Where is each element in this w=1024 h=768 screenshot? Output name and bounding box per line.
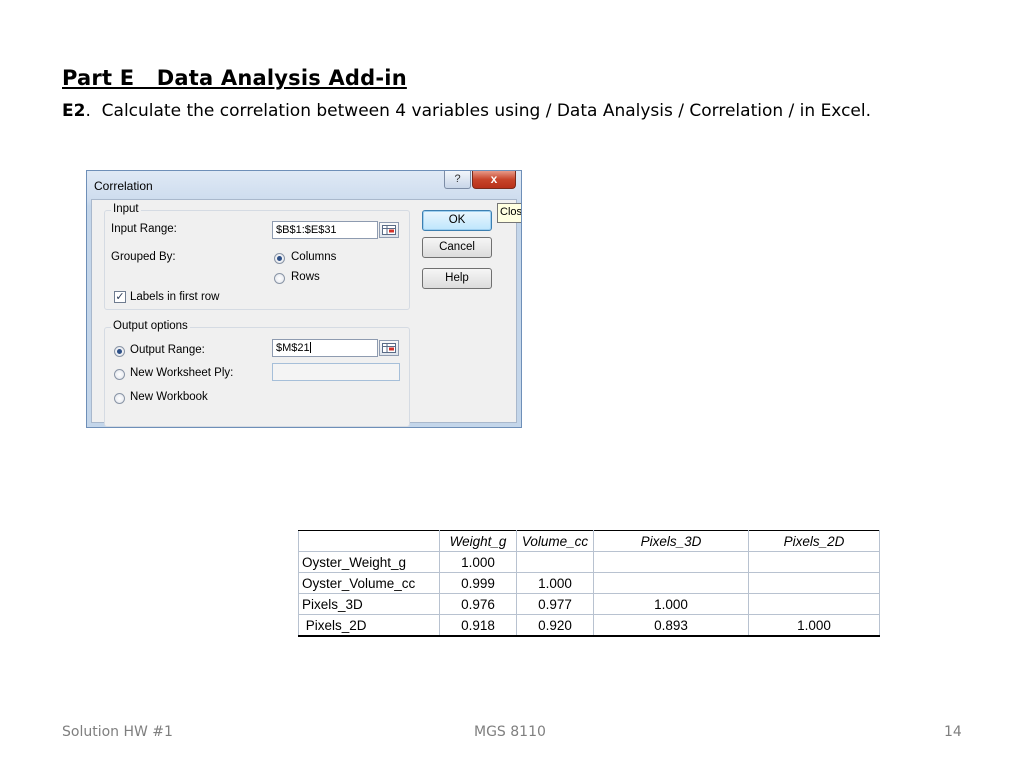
cancel-button[interactable]: Cancel	[422, 237, 492, 258]
columns-radio[interactable]	[274, 253, 285, 264]
table-cell: 1.000	[748, 614, 880, 637]
column-header: Pixels_2D	[748, 530, 880, 552]
table-cell	[516, 551, 594, 573]
footer-center: MGS 8110	[474, 724, 546, 740]
input-group-label: Input	[111, 203, 141, 215]
row-label: Oyster_Weight_g	[298, 551, 440, 573]
titlebar-close-button[interactable]: x	[472, 171, 516, 189]
output-range-radio[interactable]	[114, 346, 125, 357]
table-cell	[593, 572, 749, 594]
footer-left: Solution HW #1	[62, 724, 173, 740]
table-cell: 0.999	[439, 572, 517, 594]
new-workbook-label[interactable]: New Workbook	[130, 391, 208, 403]
subtitle-text: . Calculate the correlation between 4 va…	[85, 101, 872, 121]
output-range-value: $M$21	[276, 342, 310, 354]
table-cell	[593, 551, 749, 573]
table-header-row: Weight_g Volume_cc Pixels_3D Pixels_2D	[298, 530, 880, 552]
output-group: Output options Output Range: $M$21 New W…	[104, 320, 410, 427]
table-row: Oyster_Volume_cc 0.999 1.000	[298, 572, 880, 594]
dialog-title: Correlation	[94, 179, 153, 193]
titlebar-help-button[interactable]: ?	[444, 171, 471, 189]
table-cell	[748, 551, 880, 573]
ok-button[interactable]: OK	[422, 210, 492, 231]
output-group-label: Output options	[111, 320, 190, 332]
new-workbook-radio[interactable]	[114, 393, 125, 404]
table-cell: 0.918	[439, 614, 517, 637]
table-cell: 0.977	[516, 593, 594, 615]
table-cell: 1.000	[593, 593, 749, 615]
slide-subtitle: E2. Calculate the correlation between 4 …	[62, 101, 871, 121]
table-cell	[748, 593, 880, 615]
rows-radio[interactable]	[274, 273, 285, 284]
table-cell: 1.000	[516, 572, 594, 594]
table-row: Oyster_Weight_g 1.000	[298, 551, 880, 573]
table-cell: 0.976	[439, 593, 517, 615]
range-select-icon	[382, 225, 396, 235]
column-header: Pixels_3D	[593, 530, 749, 552]
column-header: Volume_cc	[516, 530, 594, 552]
correlation-dialog: Correlation ? x Input Input Range: $B$1:…	[86, 170, 522, 428]
close-tooltip: Clos	[497, 203, 521, 223]
new-worksheet-ply-radio[interactable]	[114, 369, 125, 380]
slide-title: Part E Data Analysis Add-in	[62, 66, 407, 90]
input-range-label: Input Range:	[111, 223, 177, 235]
output-range-collapse-button[interactable]	[379, 340, 399, 356]
column-header	[298, 530, 440, 552]
input-range-collapse-button[interactable]	[379, 222, 399, 238]
new-worksheet-ply-field[interactable]	[272, 363, 400, 381]
table-cell	[748, 572, 880, 594]
correlation-table: Weight_g Volume_cc Pixels_3D Pixels_2D O…	[298, 530, 880, 637]
columns-radio-label[interactable]: Columns	[291, 251, 336, 263]
table-cell: 0.920	[516, 614, 594, 637]
table-cell: 0.893	[593, 614, 749, 637]
output-range-field[interactable]: $M$21	[272, 339, 378, 357]
table-cell: 1.000	[439, 551, 517, 573]
labels-first-row-label[interactable]: Labels in first row	[130, 291, 219, 303]
dialog-body: Input Input Range: $B$1:$E$31 Grouped By…	[91, 199, 517, 427]
close-icon: x	[490, 172, 498, 186]
table-row: Pixels_2D 0.918 0.920 0.893 1.000	[298, 614, 880, 637]
labels-first-row-checkbox[interactable]: ✓	[114, 291, 126, 303]
new-worksheet-ply-label[interactable]: New Worksheet Ply:	[130, 367, 233, 379]
row-label: Pixels_3D	[298, 593, 440, 615]
output-range-label[interactable]: Output Range:	[130, 344, 205, 356]
subtitle-id: E2	[62, 101, 86, 121]
input-range-field[interactable]: $B$1:$E$31	[272, 221, 378, 239]
input-group: Input Input Range: $B$1:$E$31 Grouped By…	[104, 203, 410, 310]
rows-radio-label[interactable]: Rows	[291, 271, 320, 283]
text-caret	[309, 342, 311, 353]
row-label: Oyster_Volume_cc	[298, 572, 440, 594]
footer-page-number: 14	[944, 724, 962, 740]
grouped-by-label: Grouped By:	[111, 251, 176, 263]
column-header: Weight_g	[439, 530, 517, 552]
table-row: Pixels_3D 0.976 0.977 1.000	[298, 593, 880, 615]
range-select-icon	[382, 343, 396, 353]
row-label: Pixels_2D	[298, 614, 440, 637]
help-button[interactable]: Help	[422, 268, 492, 289]
